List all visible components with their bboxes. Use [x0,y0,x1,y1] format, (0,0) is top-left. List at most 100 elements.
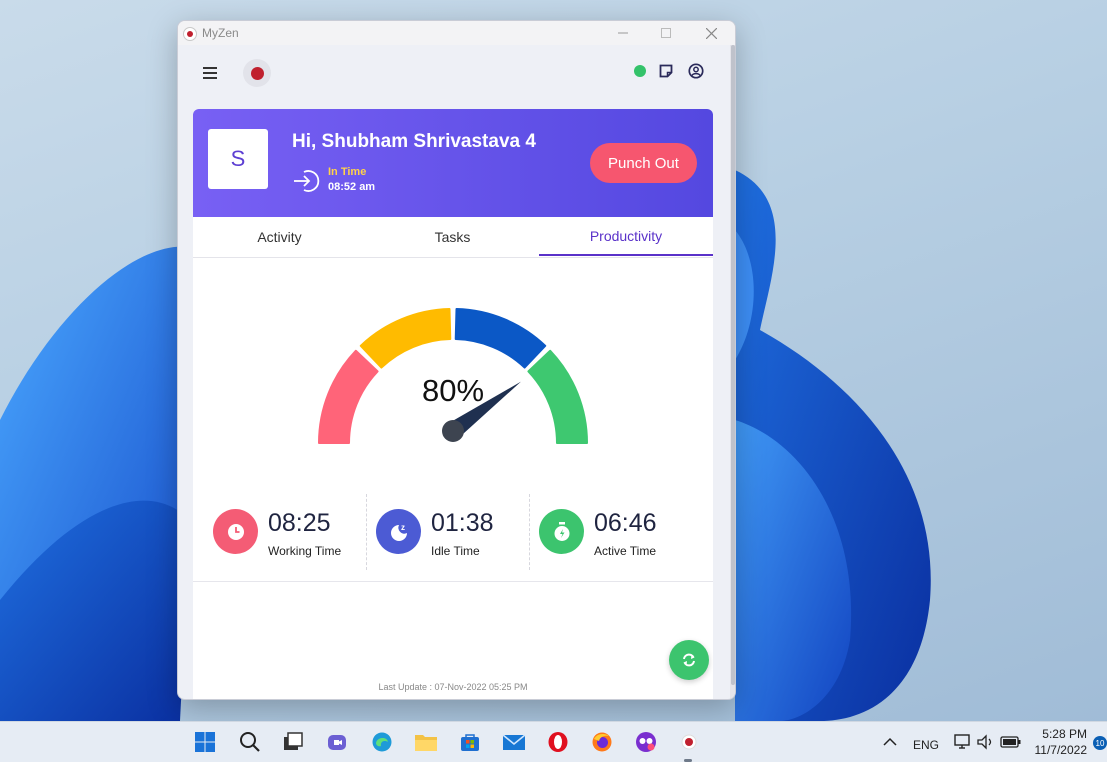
battery-button[interactable] [999,730,1023,754]
volume-button[interactable] [974,730,998,754]
working-time-value: 08:25 [268,509,331,537]
system-clock[interactable]: 5:28 PM 11/7/2022 [1035,726,1088,758]
video-chat-icon [328,735,346,750]
stat-divider [366,494,367,570]
start-button[interactable] [193,730,217,754]
task-view-button[interactable] [281,730,305,754]
task-view-icon [284,732,303,750]
taskbar-app[interactable] [634,730,658,754]
windows-logo-icon [195,732,215,752]
window-title: MyZen [202,26,239,40]
gauge-segment-medium [359,308,452,369]
record-status-button[interactable] [243,59,271,87]
online-dot-icon [634,65,646,77]
taskbar: ENG 5:28 PM 11/7/2022 10 [0,721,1107,762]
gauge-segment-low [318,349,379,444]
store-icon [461,734,479,751]
app-logo-icon [183,27,197,41]
notification-badge[interactable]: 10 [1093,736,1107,750]
myzen-window: MyZen S Hi, Shubham Shrivastava 4 In Tim… [177,20,736,700]
svg-text:z: z [401,523,405,532]
close-icon [705,27,717,39]
language-indicator[interactable]: ENG [913,738,939,752]
speaker-icon [977,734,992,750]
main-card: S Hi, Shubham Shrivastava 4 In Time 08:5… [193,109,713,699]
record-dot-icon [250,66,264,80]
avatar: S [208,129,268,189]
stat-idle-time: z 01:38 Idle Time [371,494,541,570]
minimize-icon [618,32,628,34]
idle-time-value: 01:38 [431,509,494,537]
folder-icon [415,735,437,751]
network-button[interactable] [951,730,975,754]
taskbar-teams[interactable] [325,730,349,754]
stat-active-time: 06:46 Active Time [534,494,704,570]
opera-browser-icon [548,732,568,752]
last-update-text: Last Update : 07-Nov-2022 05:25 PM [378,682,528,692]
chevron-up-icon [883,737,897,746]
notes-button[interactable] [656,61,676,81]
punch-out-button[interactable]: Punch Out [590,143,697,183]
firefox-browser-icon [592,732,612,752]
active-time-label: Active Time [594,544,657,558]
refresh-button[interactable] [669,640,709,680]
login-icon [294,170,320,192]
minimize-button[interactable] [603,23,643,43]
edge-browser-icon [372,732,392,752]
search-button[interactable] [238,730,262,754]
user-header: S Hi, Shubham Shrivastava 4 In Time 08:5… [193,109,713,217]
myzen-record-icon [681,734,697,750]
clock-time: 5:28 PM [1042,727,1087,741]
title-bar: MyZen [178,21,735,45]
greeting-text: Hi, Shubham Shrivastava 4 [292,131,536,152]
taskbar-store[interactable] [458,730,482,754]
stat-working-time: 08:25 Working Time [208,494,378,570]
section-divider [193,581,713,582]
taskbar-opera[interactable] [546,730,570,754]
refresh-icon [683,653,695,667]
taskbar-edge[interactable] [370,730,394,754]
tab-activity[interactable]: Activity [193,217,366,256]
hamburger-menu-icon [203,67,217,79]
battery-icon [1000,736,1021,748]
gauge-percent-label: 80% [422,373,484,408]
gauge-segment-high [527,349,588,444]
online-status-indicator [633,64,647,78]
taskbar-file-explorer[interactable] [414,730,438,754]
sticky-note-icon [659,64,673,78]
gauge-needle-hub [442,420,464,442]
idle-time-label: Idle Time [431,544,480,558]
working-time-label: Working Time [268,544,342,558]
show-hidden-icons-button[interactable] [878,730,902,754]
clock-icon [213,509,258,554]
gauge-segment-good [454,308,547,369]
scrollbar-thumb[interactable] [731,45,735,685]
tab-tasks[interactable]: Tasks [366,217,539,256]
productivity-gauge: 80% [193,259,713,469]
active-time-value: 06:46 [594,509,657,537]
network-icon [954,734,970,749]
time-stats: 08:25 Working Time z 01:38 Idle Time 06:… [193,494,713,574]
profile-button[interactable] [686,61,706,81]
close-button[interactable] [691,23,731,43]
maximize-button[interactable] [646,23,686,43]
app-mask-icon [636,732,656,752]
user-circle-icon [688,63,704,79]
sleep-icon: z [376,509,421,554]
taskbar-myzen[interactable] [677,730,701,754]
taskbar-firefox[interactable] [590,730,614,754]
menu-button[interactable] [200,63,220,83]
maximize-icon [661,28,671,38]
in-time-value: 08:52 am [328,181,376,193]
clock-date: 11/7/2022 [1034,743,1088,757]
in-time-label: In Time [328,166,367,178]
stopwatch-icon [539,509,584,554]
gauge-chart: 80% [318,308,588,444]
tab-productivity[interactable]: Productivity [539,217,713,256]
search-icon [240,732,260,752]
app-toolbar [178,45,735,105]
tab-bar: Activity Tasks Productivity [193,217,713,258]
mail-icon [502,734,526,750]
stat-divider [529,494,530,570]
taskbar-mail[interactable] [502,730,526,754]
